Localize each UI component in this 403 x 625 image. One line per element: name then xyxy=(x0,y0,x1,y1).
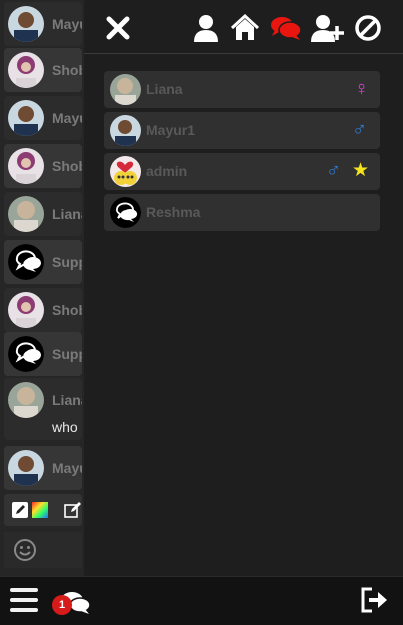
chat-item-name: Liana xyxy=(52,206,82,222)
user-icon[interactable] xyxy=(192,14,220,42)
chat-item[interactable]: Mayur1 xyxy=(4,96,82,140)
user-name: Mayur1 xyxy=(146,122,196,138)
chat-item-name: Mayur1 xyxy=(52,460,82,476)
smiley-icon[interactable] xyxy=(13,538,37,567)
block-icon[interactable] xyxy=(354,14,382,42)
man-photo-avatar xyxy=(8,6,44,42)
app-root: Mayur1 Shoba Mayur1 Shoba Liana xyxy=(0,0,403,625)
man-photo-avatar xyxy=(8,100,44,136)
chat-messages-column: Mayur1 Shoba Mayur1 Shoba Liana xyxy=(0,0,84,576)
woman-photo-avatar xyxy=(8,52,44,88)
menu-icon[interactable] xyxy=(10,588,38,614)
chat-item[interactable]: Liana who xyxy=(4,378,82,440)
chat-item-name: Mayur1 xyxy=(52,110,82,126)
woman-photo-avatar xyxy=(8,148,44,184)
chat-item-message: who xyxy=(52,419,78,435)
chat-item[interactable]: Liana xyxy=(4,192,82,236)
logout-icon[interactable] xyxy=(360,587,388,613)
chat-logo-avatar xyxy=(8,336,44,372)
chat-item-name: Shoba xyxy=(52,302,82,318)
chat-bubbles-icon[interactable] xyxy=(270,14,302,42)
user-row[interactable]: admin ♂ ★ xyxy=(104,153,380,190)
user-row[interactable]: Reshma xyxy=(104,194,380,231)
emoji-avatar xyxy=(110,156,141,187)
chat-item[interactable]: Supp xyxy=(4,332,82,376)
panel-header xyxy=(84,0,403,54)
add-user-icon[interactable] xyxy=(310,14,346,42)
user-name: admin xyxy=(146,163,188,179)
chat-item-name: Supp xyxy=(52,346,82,362)
chat-item[interactable]: Shoba xyxy=(4,144,82,188)
users-panel: Liana ♀ Mayur1 ♂ admin ♂ ★ Reshma xyxy=(84,0,403,576)
chat-item-name: Mayur1 xyxy=(52,16,82,32)
home-icon[interactable] xyxy=(230,13,260,42)
chat-item-name: Shoba xyxy=(52,62,82,78)
color-palette-icon[interactable] xyxy=(32,502,48,518)
chat-item[interactable]: Mayur1 xyxy=(4,446,82,490)
user-row[interactable]: Mayur1 ♂ xyxy=(104,112,380,149)
user-row[interactable]: Liana ♀ xyxy=(104,71,380,108)
woman-photo-avatar xyxy=(8,382,44,418)
pencil-icon[interactable] xyxy=(12,502,28,518)
chat-item-name: Liana xyxy=(52,392,82,408)
chat-item[interactable]: Supp xyxy=(4,240,82,284)
notification-badge: 1 xyxy=(52,595,72,615)
chat-logo-avatar xyxy=(110,197,141,228)
man-photo-avatar xyxy=(8,450,44,486)
female-icon: ♀ xyxy=(354,78,369,100)
close-icon[interactable] xyxy=(104,14,132,42)
star-icon: ★ xyxy=(352,160,370,181)
chat-item[interactable]: Shoba xyxy=(4,48,82,92)
woman-photo-avatar xyxy=(8,196,44,232)
user-name: Reshma xyxy=(146,204,201,220)
edit-icon[interactable] xyxy=(64,502,81,518)
chat-logo-avatar xyxy=(8,244,44,280)
message-input-area[interactable] xyxy=(4,532,82,568)
woman-photo-avatar xyxy=(110,74,141,105)
chat-item[interactable]: Mayur1 xyxy=(4,2,82,46)
male-icon: ♂ xyxy=(352,119,367,141)
chat-item-name: Supp xyxy=(52,254,82,270)
bottom-bar: 1 xyxy=(0,576,403,625)
man-photo-avatar xyxy=(110,115,141,146)
chat-item[interactable]: Shoba xyxy=(4,288,82,332)
user-name: Liana xyxy=(146,81,183,97)
male-icon: ♂ xyxy=(326,160,341,182)
chat-item-name: Shoba xyxy=(52,158,82,174)
message-tools xyxy=(4,494,82,526)
woman-photo-avatar xyxy=(8,292,44,328)
